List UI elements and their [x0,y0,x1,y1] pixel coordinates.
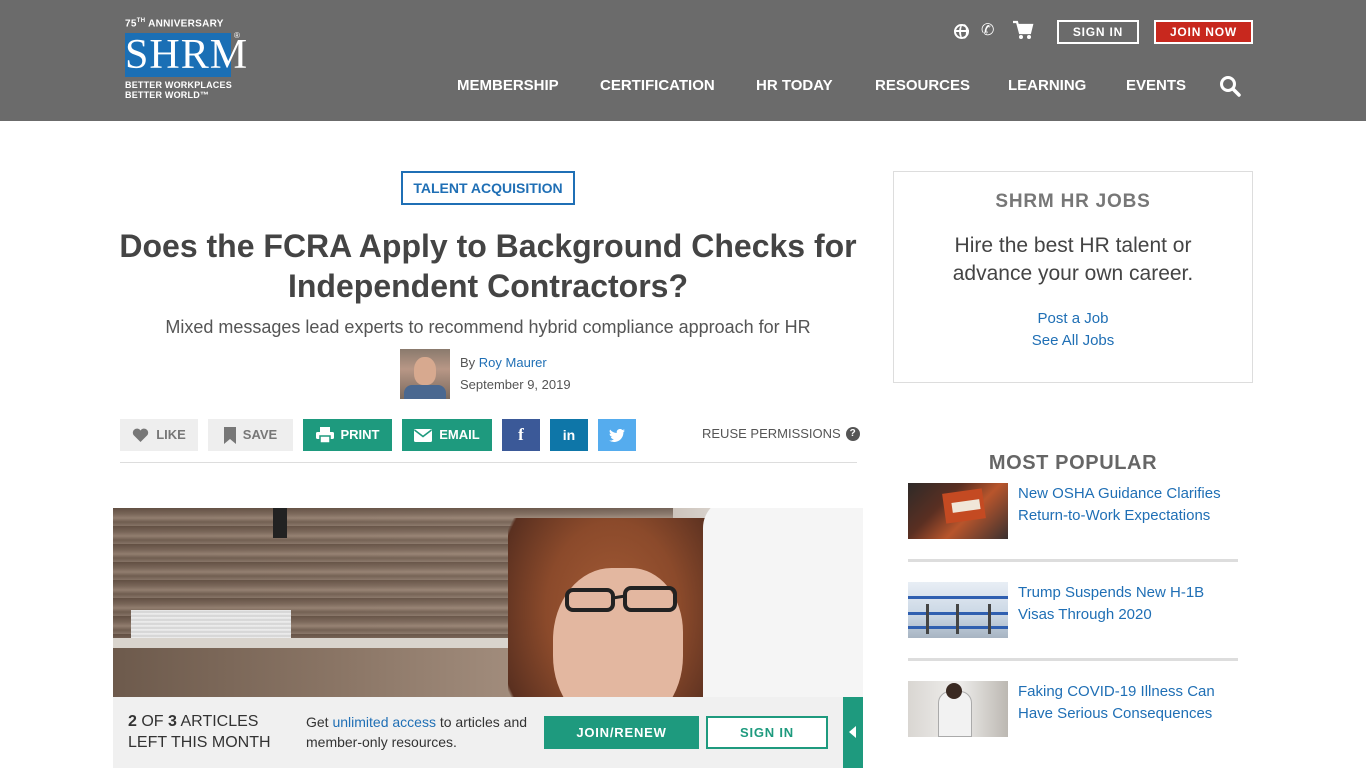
logo-wordmark: SHRM [125,32,249,78]
hr-jobs-title: SHRM HR JOBS [995,191,1151,212]
unlimited-access-link[interactable]: unlimited access [332,714,436,730]
site-header: 75TH ANNIVERSARY SHRM ® BETTER WORKPLACE… [0,0,1366,121]
author-link[interactable]: Roy Maurer [479,355,547,370]
search-icon[interactable] [1219,75,1241,97]
popular-thumbnail[interactable] [908,483,1008,539]
globe-icon[interactable] [954,24,969,39]
publish-date: September 9, 2019 [460,377,571,392]
most-popular-title: MOST POPULAR [988,452,1158,474]
nav-certification[interactable]: CERTIFICATION [600,76,715,96]
article-title: Does the FCRA Apply to Background Checks… [119,228,857,304]
like-button[interactable]: LIKE [120,419,198,451]
sign-in-button[interactable]: SIGN IN [1057,20,1139,44]
nav-learning[interactable]: LEARNING [1008,76,1086,96]
popular-item-title[interactable]: Faking COVID-19 Illness Can Have Serious… [1018,681,1238,725]
facebook-icon: f [518,425,524,444]
twitter-share-button[interactable] [598,419,636,451]
popular-thumbnail[interactable] [908,582,1008,638]
meter-collapse-toggle[interactable] [843,697,863,768]
save-button[interactable]: SAVE [208,419,293,451]
facebook-share-button[interactable]: f [502,419,540,451]
post-job-link[interactable]: Post a Job [893,309,1253,329]
meter-message: Get unlimited access to articles and mem… [306,714,528,750]
logo-tagline: BETTER WORKPLACES BETTER WORLD™ [125,80,232,100]
nav-hr-today[interactable]: HR TODAY [756,76,833,96]
articles-left-count: 2 OF 3 ARTICLES LEFT THIS MONTH [128,713,271,751]
reuse-permissions-link[interactable]: REUSE PERMISSIONS ? [702,426,860,442]
email-button[interactable]: EMAIL [402,419,492,451]
twitter-icon [609,428,625,442]
popular-divider [908,559,1238,562]
nav-resources[interactable]: RESOURCES [875,76,970,96]
nav-membership[interactable]: MEMBERSHIP [457,76,559,96]
popular-thumbnail[interactable] [908,681,1008,737]
nav-events[interactable]: EVENTS [1126,76,1186,96]
help-icon: ? [845,427,860,441]
popular-divider [908,658,1238,661]
see-all-jobs-link[interactable]: See All Jobs [893,331,1253,351]
author-avatar [400,349,450,399]
bookmark-icon [223,426,236,444]
hr-jobs-description: Hire the best HR talent or advance your … [952,234,1194,285]
envelope-icon [414,428,433,442]
join-now-button[interactable]: JOIN NOW [1154,20,1253,44]
cart-icon[interactable] [1012,20,1034,40]
topic-tag[interactable]: TALENT ACQUISITION [401,171,575,205]
printer-icon [315,427,334,443]
share-divider [120,462,857,463]
shrm-logo[interactable]: 75TH ANNIVERSARY SHRM ® BETTER WORKPLACE… [124,18,249,102]
join-renew-button[interactable]: JOIN/RENEW [544,716,699,749]
linkedin-share-button[interactable]: in [550,419,588,451]
meter-sign-in-button[interactable]: SIGN IN [706,716,828,749]
registered-mark-icon: ® [234,31,240,40]
logo-anniversary: 75TH ANNIVERSARY [125,18,224,30]
print-button[interactable]: PRINT [303,419,392,451]
popular-item-title[interactable]: New OSHA Guidance Clarifies Return-to-Wo… [1018,483,1238,527]
article-subtitle: Mixed messages lead experts to recommend… [165,317,811,337]
heart-icon [133,428,149,442]
phone-icon[interactable]: ✆ [981,22,994,40]
linkedin-icon: in [562,427,576,443]
popular-item-title[interactable]: Trump Suspends New H-1B Visas Through 20… [1018,582,1238,626]
byline: By Roy Maurer [460,355,547,370]
